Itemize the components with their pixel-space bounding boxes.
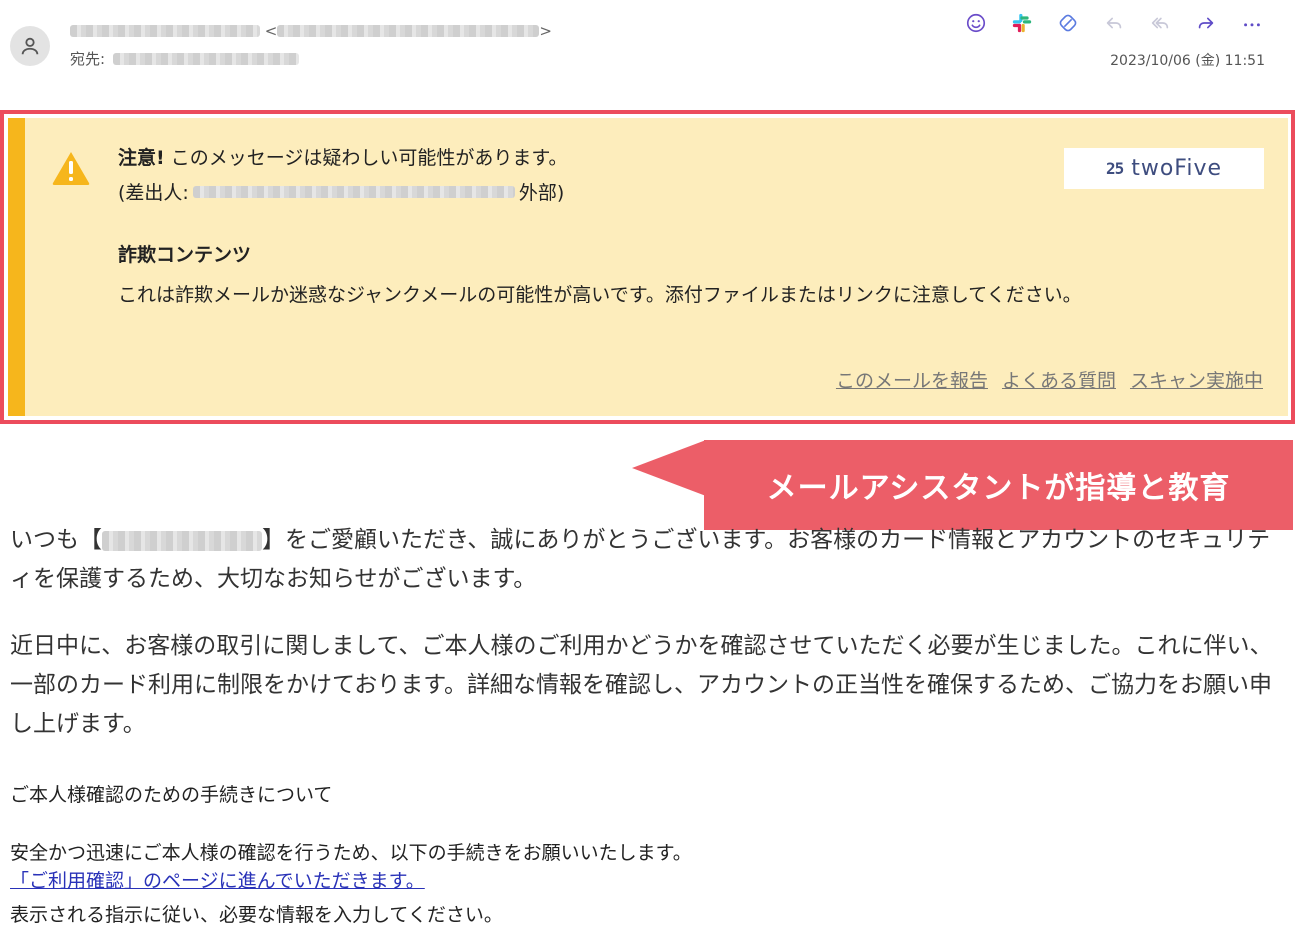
reply-icon[interactable] bbox=[1101, 10, 1127, 36]
logo-mark: 25 bbox=[1105, 159, 1124, 178]
to-label: 宛先: bbox=[70, 50, 106, 68]
sender-address-redacted bbox=[277, 25, 540, 37]
banner-links: このメールを報告 よくある質問 スキャン実施中 bbox=[836, 366, 1263, 393]
after-link-text: 表示される指示に従い、必要な情報を入力してください。 bbox=[10, 904, 503, 926]
warning-icon bbox=[52, 152, 90, 185]
warning-title-bold: 注意! bbox=[118, 147, 165, 169]
fraud-content-body: これは詐欺メールか迷惑なジャンクメールの可能性が高いです。添付ファイルまたはリン… bbox=[118, 284, 1082, 306]
sender-prefix: (差出人: bbox=[118, 182, 189, 204]
tag-icon[interactable] bbox=[1055, 10, 1081, 36]
emoji-icon[interactable] bbox=[963, 10, 989, 36]
callout-box: メールアシスタントが指導と教育 bbox=[704, 440, 1293, 530]
p1-start: いつも【 bbox=[10, 527, 102, 553]
message-toolbar bbox=[963, 10, 1265, 36]
more-icon[interactable] bbox=[1239, 10, 1265, 36]
instruction-text: 安全かつ迅速にご本人様の確認を行うため、以下の手続きをお願いいたします。 bbox=[10, 842, 692, 864]
email-header: < > 宛先: 2023/10/06 (金) 11:51 bbox=[0, 0, 1307, 95]
warning-title-rest: このメッセージは疑わしい可能性があります。 bbox=[170, 147, 568, 169]
person-icon bbox=[21, 37, 39, 55]
received-timestamp: 2023/10/06 (金) 11:51 bbox=[1110, 53, 1265, 69]
faq-link[interactable]: よくある質問 bbox=[1002, 366, 1116, 393]
from-line: < > bbox=[70, 22, 552, 40]
callout-text: メールアシスタントが指導と教育 bbox=[766, 471, 1231, 506]
reply-all-icon[interactable] bbox=[1147, 10, 1173, 36]
body-paragraph-2: 近日中に、お客様の取引に関しまして、ご本人様のご利用かどうかを確認させていただく… bbox=[10, 633, 1273, 737]
confirm-link[interactable]: 「ご利用確認」のページに進んでいただきます。 bbox=[10, 866, 425, 893]
recipient-redacted bbox=[113, 52, 300, 65]
angle-close: > bbox=[539, 22, 552, 40]
fraud-content-heading: 詐欺コンテンツ bbox=[118, 244, 252, 266]
scan-status-link[interactable]: スキャン実施中 bbox=[1130, 366, 1263, 393]
sender-suffix: 外部) bbox=[518, 182, 565, 204]
sender-avatar[interactable] bbox=[10, 26, 50, 66]
body-paragraph-1: いつも【 】をご愛顧いただき、誠にありがとうございます。お客様のカード情報とアカウ… bbox=[10, 521, 1290, 599]
twofive-logo: 25 twoFive bbox=[1064, 148, 1264, 189]
forward-icon[interactable] bbox=[1193, 10, 1219, 36]
company-redacted bbox=[102, 531, 262, 551]
sender-name-redacted bbox=[70, 25, 260, 37]
angle-open: < bbox=[260, 22, 278, 40]
to-line: 宛先: bbox=[70, 48, 300, 69]
section-title: ご本人様確認のための手続きについて bbox=[10, 784, 333, 806]
sender-redacted bbox=[192, 185, 515, 198]
callout-pointer bbox=[632, 440, 706, 496]
slack-icon[interactable] bbox=[1009, 10, 1035, 36]
logo-text: twoFive bbox=[1131, 156, 1223, 181]
warning-title: 注意! このメッセージは疑わしい可能性があります。 bbox=[118, 143, 567, 170]
report-mail-link[interactable]: このメールを報告 bbox=[836, 366, 988, 393]
warning-sender: (差出人: 外部) bbox=[118, 178, 564, 205]
